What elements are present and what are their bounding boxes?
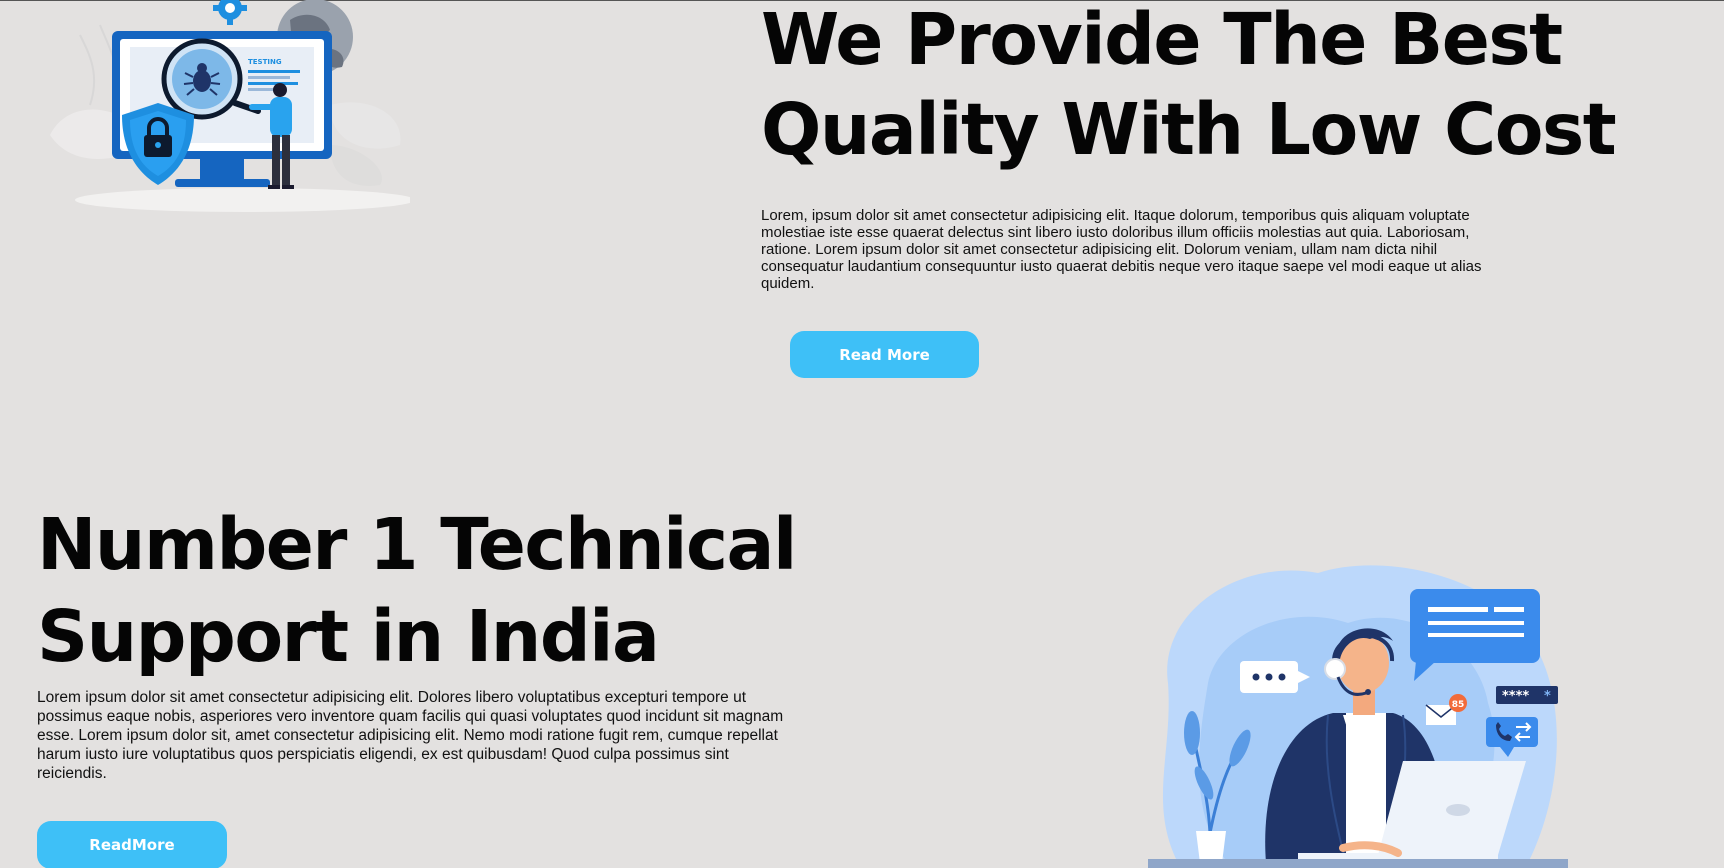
password-mask: **** (1502, 689, 1529, 704)
svg-text:*: * (1544, 689, 1551, 704)
bug-icon (161, 38, 243, 120)
testing-label: TESTING (248, 58, 282, 66)
gear-icon (213, 0, 247, 25)
support-illustration: **** * 85 (1148, 565, 1568, 868)
lock-icon (122, 103, 194, 185)
hero-description: Lorem, ipsum dolor sit amet consectetur … (761, 207, 1482, 292)
testing-illustration: TESTING (50, 0, 410, 212)
support-read-more-button[interactable]: ReadMore (37, 821, 227, 868)
notification-badge: 85 (1452, 700, 1465, 710)
read-more-button[interactable]: Read More (790, 331, 979, 378)
support-title: Number 1 Technical Support in India (37, 503, 797, 678)
hero-title: We Provide The Best Quality With Low Cos… (761, 0, 1617, 171)
support-description: Lorem ipsum dolor sit amet consectetur a… (37, 689, 784, 782)
